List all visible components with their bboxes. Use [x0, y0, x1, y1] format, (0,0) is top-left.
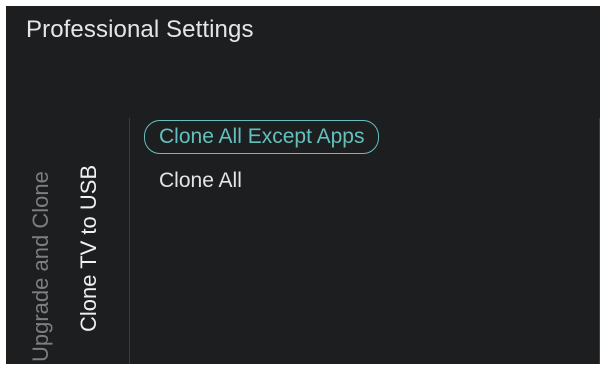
- page-title: Professional Settings: [26, 16, 254, 43]
- menu-item-clone-all-except-apps[interactable]: Clone All Except Apps: [144, 120, 380, 154]
- breadcrumb-current: Clone TV to USB: [76, 164, 101, 332]
- menu-item-clone-all[interactable]: Clone All: [144, 166, 379, 196]
- column-divider-left: [129, 118, 130, 364]
- column-divider-right: [599, 118, 600, 364]
- breadcrumb-parent[interactable]: Upgrade and Clone: [28, 171, 54, 362]
- settings-screen: Professional Settings Upgrade and Clone …: [6, 6, 600, 364]
- clone-options-list: Clone All Except Apps Clone All: [144, 120, 380, 196]
